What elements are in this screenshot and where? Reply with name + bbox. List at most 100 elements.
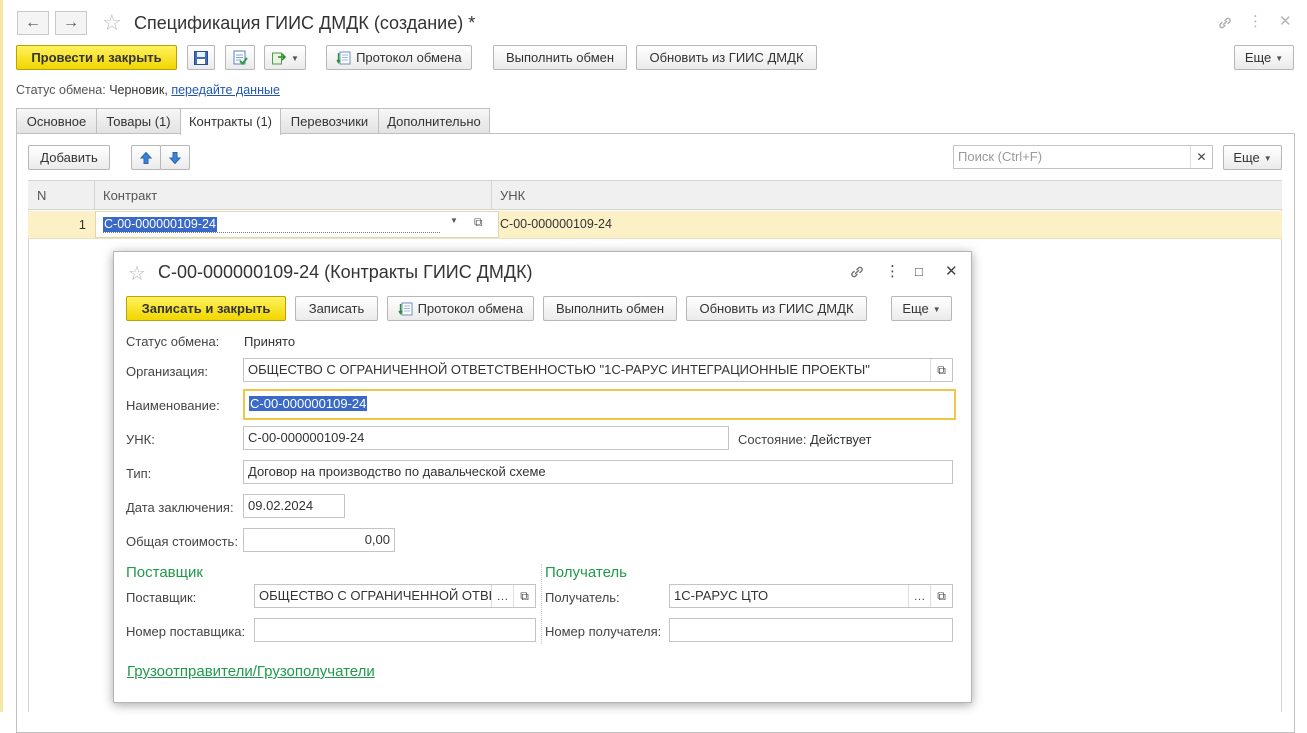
more-vertical-icon[interactable]: ⋮ bbox=[1248, 14, 1263, 29]
column-header-unk[interactable]: УНК bbox=[500, 181, 525, 210]
recipient-number-field[interactable] bbox=[669, 618, 953, 642]
more-menu-button[interactable]: Еще ▼ bbox=[1234, 45, 1294, 70]
table-more-label: Еще bbox=[1233, 150, 1260, 165]
dialog-exchange-protocol-label: Протокол обмена bbox=[417, 301, 524, 316]
tab-main[interactable]: Основное bbox=[16, 108, 97, 134]
forward-button[interactable]: → bbox=[55, 11, 87, 35]
chevron-down-icon: ▼ bbox=[1275, 54, 1284, 64]
recipient-field[interactable]: 1С-РАРУС ЦТО … ⧉ bbox=[669, 584, 953, 608]
dialog-more-button[interactable]: Еще ▼ bbox=[891, 296, 952, 321]
recipient-value: 1С-РАРУС ЦТО bbox=[674, 588, 769, 603]
back-button[interactable]: ← bbox=[17, 11, 49, 35]
supplier-field[interactable]: ОБЩЕСТВО С ОГРАНИЧЕННОЙ ОТВЕТСТВЕННОСТЬЮ… bbox=[254, 584, 536, 608]
open-icon[interactable]: ⧉ bbox=[930, 585, 952, 607]
organization-field[interactable]: ОБЩЕСТВО С ОГРАНИЧЕННОЙ ОТВЕТСТВЕННОСТЬЮ… bbox=[243, 358, 953, 382]
date-field[interactable]: 09.02.2024 bbox=[243, 494, 345, 518]
type-label: Тип: bbox=[126, 466, 152, 481]
table-header: N Контракт УНК bbox=[28, 180, 1282, 210]
search-placeholder: Поиск (Ctrl+F) bbox=[958, 149, 1043, 164]
exchange-protocol-button[interactable]: Протокол обмена bbox=[326, 45, 472, 70]
table-row[interactable]: 1 С-00-000000109-24 ▼ ⧉ С-00-000000109-2… bbox=[28, 211, 1282, 239]
unk-field[interactable]: С-00-000000109-24 bbox=[243, 426, 729, 450]
exchange-status: Статус обмена: Черновик, передайте данны… bbox=[16, 83, 280, 97]
column-header-n[interactable]: N bbox=[37, 181, 46, 210]
exchange-protocol-icon bbox=[398, 302, 413, 316]
dialog-more-label: Еще bbox=[902, 301, 929, 316]
tab-goods[interactable]: Товары (1) bbox=[96, 108, 181, 134]
dialog-close-icon[interactable]: ✕ bbox=[945, 264, 958, 279]
chevron-down-icon[interactable]: ▼ bbox=[450, 216, 458, 225]
shippers-consignees-link[interactable]: Грузоотправители/Грузополучатели bbox=[127, 663, 375, 680]
update-from-giis-button[interactable]: Обновить из ГИИС ДМДК bbox=[636, 45, 817, 70]
table-border-left bbox=[28, 180, 29, 712]
dialog-execute-exchange-button[interactable]: Выполнить обмен bbox=[543, 296, 677, 321]
organization-label: Организация: bbox=[126, 364, 209, 379]
contract-cell-editor[interactable]: С-00-000000109-24 ▼ ⧉ bbox=[95, 211, 499, 238]
move-down-button[interactable] bbox=[160, 145, 190, 170]
window-title: Спецификация ГИИС ДМДК (создание) * bbox=[134, 13, 476, 33]
column-divider bbox=[491, 181, 492, 210]
chevron-down-icon: ▼ bbox=[932, 305, 941, 315]
create-based-icon bbox=[272, 52, 287, 65]
open-icon[interactable]: ⧉ bbox=[474, 215, 483, 230]
section-divider bbox=[541, 564, 542, 644]
column-header-contract[interactable]: Контракт bbox=[103, 181, 157, 210]
cost-label: Общая стоимость: bbox=[126, 534, 238, 549]
cost-field[interactable]: 0,00 bbox=[243, 528, 395, 552]
save-and-close-button[interactable]: Записать и закрыть bbox=[126, 296, 286, 321]
send-data-link[interactable]: передайте данные bbox=[171, 83, 280, 97]
exchange-status-value: Принято bbox=[244, 334, 296, 349]
supplier-value: ОБЩЕСТВО С ОГРАНИЧЕННОЙ ОТВЕТСТВЕННОСТЬЮ bbox=[259, 588, 491, 603]
tab-carriers[interactable]: Перевозчики bbox=[280, 108, 379, 134]
favorite-star-icon[interactable]: ☆ bbox=[102, 12, 122, 34]
arrow-down-icon bbox=[168, 151, 182, 164]
column-divider bbox=[94, 181, 95, 210]
create-based-on-button[interactable]: ▼ bbox=[264, 45, 306, 70]
select-icon[interactable]: … bbox=[908, 585, 930, 607]
open-icon[interactable]: ⧉ bbox=[930, 359, 952, 381]
name-label: Наименование: bbox=[126, 398, 220, 413]
post-and-close-button[interactable]: Провести и закрыть bbox=[16, 45, 177, 70]
open-icon[interactable]: ⧉ bbox=[513, 585, 535, 607]
dialog-exchange-protocol-button[interactable]: Протокол обмена bbox=[387, 296, 534, 321]
add-row-button[interactable]: Добавить bbox=[28, 145, 110, 170]
exchange-status-label: Статус обмена: bbox=[126, 334, 220, 349]
dialog-link-icon[interactable] bbox=[849, 264, 865, 283]
post-button[interactable] bbox=[225, 45, 255, 70]
dialog-update-from-giis-button[interactable]: Обновить из ГИИС ДМДК bbox=[686, 296, 867, 321]
dialog-more-vertical-icon[interactable]: ⋮ bbox=[885, 264, 900, 279]
maximize-icon[interactable]: □ bbox=[915, 264, 923, 279]
table-border-right bbox=[1281, 180, 1282, 712]
clear-search-icon[interactable]: ✕ bbox=[1190, 146, 1212, 168]
save-button[interactable] bbox=[187, 45, 215, 70]
type-field[interactable]: Договор на производство по давальческой … bbox=[243, 460, 953, 484]
close-icon[interactable]: ✕ bbox=[1279, 14, 1292, 29]
contract-cell-value: С-00-000000109-24 bbox=[103, 217, 217, 232]
dialog-favorite-star-icon[interactable]: ☆ bbox=[128, 263, 146, 285]
state-value: Действует bbox=[810, 432, 872, 447]
row-number: 1 bbox=[78, 217, 86, 232]
contract-cell-underline bbox=[103, 232, 440, 233]
arrow-right-icon: → bbox=[63, 14, 79, 31]
execute-exchange-button[interactable]: Выполнить обмен bbox=[493, 45, 627, 70]
link-icon[interactable] bbox=[1217, 15, 1233, 34]
name-field[interactable]: С-00-000000109-24 bbox=[243, 389, 956, 420]
state-label: Состояние: bbox=[738, 432, 807, 447]
dialog-save-button[interactable]: Записать bbox=[295, 296, 378, 321]
tab-additional[interactable]: Дополнительно bbox=[378, 108, 490, 134]
supplier-label: Поставщик: bbox=[126, 590, 197, 605]
tab-contracts[interactable]: Контракты (1) bbox=[180, 108, 281, 135]
exchange-status-label: Статус обмена: bbox=[16, 83, 106, 97]
search-field[interactable]: Поиск (Ctrl+F) ✕ bbox=[953, 145, 1213, 169]
select-icon[interactable]: … bbox=[491, 585, 513, 607]
table-more-button[interactable]: Еще ▼ bbox=[1223, 145, 1282, 170]
type-value: Договор на производство по давальческой … bbox=[248, 464, 546, 479]
post-document-icon bbox=[233, 50, 248, 65]
date-label: Дата заключения: bbox=[126, 500, 234, 515]
unk-value: С-00-000000109-24 bbox=[248, 430, 365, 445]
supplier-section-title: Поставщик bbox=[126, 564, 203, 581]
supplier-number-field[interactable] bbox=[254, 618, 536, 642]
recipient-number-label: Номер получателя: bbox=[545, 624, 662, 639]
move-up-button[interactable] bbox=[131, 145, 161, 170]
arrow-left-icon: ← bbox=[25, 14, 41, 31]
